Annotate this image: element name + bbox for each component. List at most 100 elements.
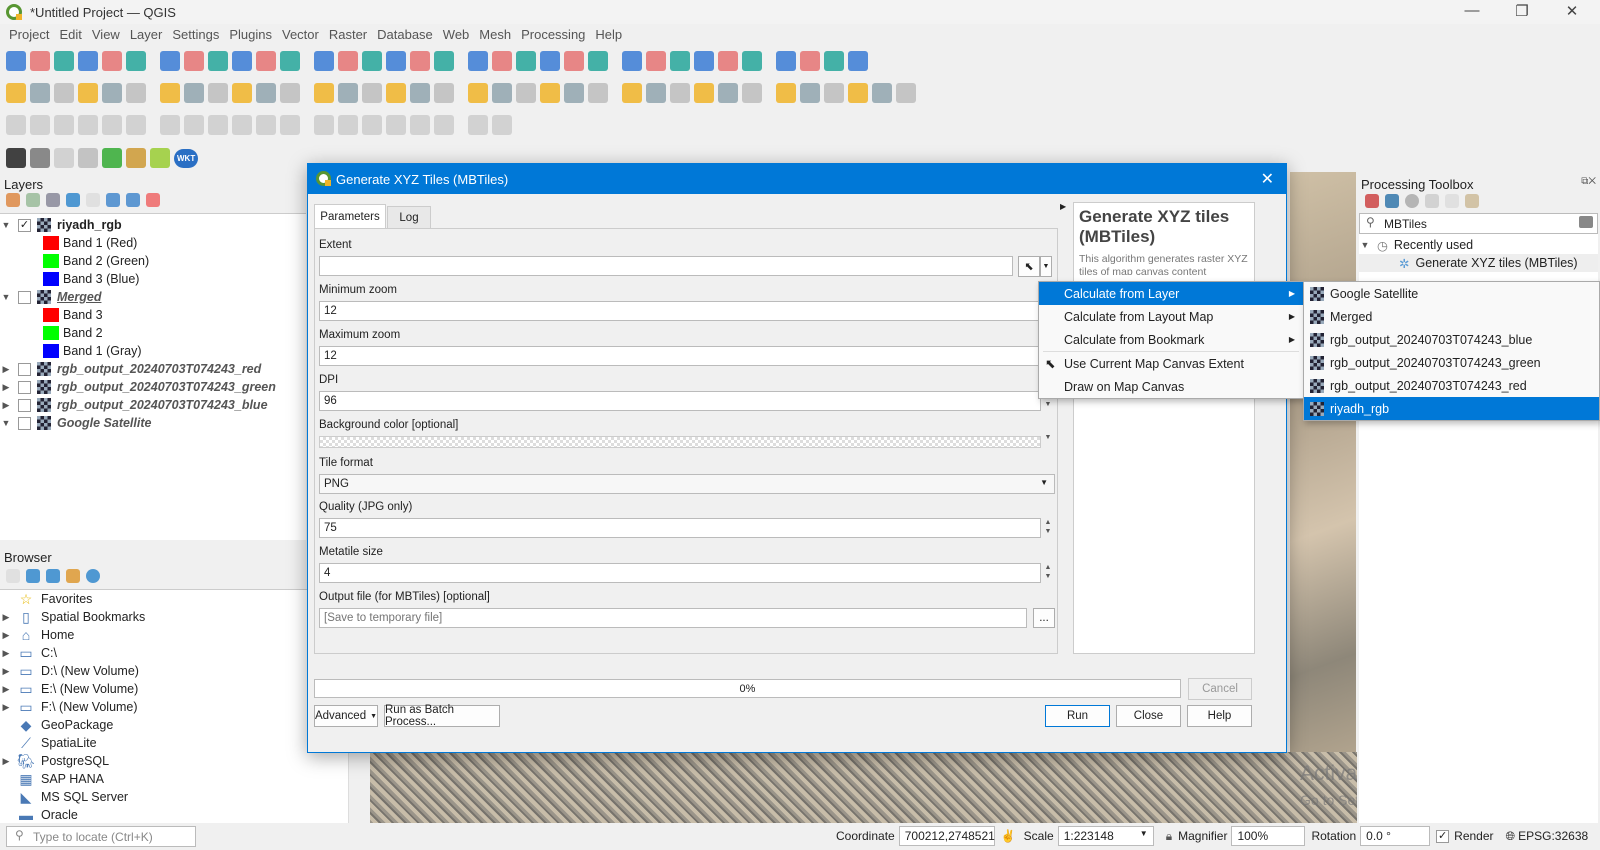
layer-submenu-item[interactable]: rgb_output_20240703T074243_blue: [1304, 328, 1599, 351]
layer-submenu-item[interactable]: Google Satellite: [1304, 282, 1599, 305]
min-zoom-input[interactable]: 12: [319, 301, 1055, 321]
browser-item[interactable]: ▦ SAP HANA: [0, 770, 362, 788]
plugin-icon[interactable]: [150, 148, 170, 168]
coordinate-field[interactable]: 700212,2748521: [898, 826, 995, 846]
toolbox-group-recently-used[interactable]: Recently used: [1394, 238, 1473, 252]
toolbar-tool-icon[interactable]: [54, 115, 74, 135]
toolbar-tool-icon[interactable]: [386, 115, 406, 135]
toolbar-tool-icon[interactable]: [588, 51, 608, 71]
toolbar-tool-icon[interactable]: [6, 51, 26, 71]
toolbar-tool-icon[interactable]: [492, 83, 512, 103]
dpi-input[interactable]: 96: [319, 391, 1041, 411]
layer-visibility-checkbox[interactable]: [18, 380, 31, 394]
expand-arrow-icon[interactable]: ▶: [0, 364, 12, 375]
layer-submenu-item[interactable]: riyadh_rgb: [1304, 397, 1599, 420]
clear-search-icon[interactable]: [1579, 216, 1593, 228]
toolbar-tool-icon[interactable]: [694, 83, 714, 103]
toolbar-tool-icon[interactable]: [410, 51, 430, 71]
digitize-icon[interactable]: [6, 148, 26, 168]
toolbar-tool-icon[interactable]: [516, 83, 536, 103]
collapse-all-icon[interactable]: [126, 193, 140, 207]
toolbar-tool-icon[interactable]: [776, 83, 796, 103]
toolbar-tool-icon[interactable]: [256, 83, 276, 103]
remove-layer-icon[interactable]: [146, 193, 160, 207]
close-window-button[interactable]: ✕: [1552, 2, 1592, 20]
extent-menu-item[interactable]: Calculate from Layer ▶: [1039, 282, 1303, 305]
toolbar-tool-icon[interactable]: [410, 115, 430, 135]
toolbar-tool-icon[interactable]: [434, 51, 454, 71]
layer-item[interactable]: ▼ Merged: [0, 288, 306, 306]
metatile-size-input[interactable]: 4: [319, 563, 1041, 583]
toolbar-tool-icon[interactable]: [6, 83, 26, 103]
toolbar-tool-icon[interactable]: [670, 51, 690, 71]
toolbar-tool-icon[interactable]: [670, 83, 690, 103]
toolbar-tool-icon[interactable]: [208, 83, 228, 103]
toolbar-tool-icon[interactable]: [184, 83, 204, 103]
toolbar-tool-icon[interactable]: [824, 51, 844, 71]
refresh-icon[interactable]: [78, 148, 98, 168]
toolbar-tool-icon[interactable]: [492, 51, 512, 71]
toolbar-tool-icon[interactable]: [468, 51, 488, 71]
toolbar-tool-icon[interactable]: [622, 83, 642, 103]
lock-icon[interactable]: 🔒︎: [1166, 829, 1172, 844]
extent-menu-item[interactable]: Calculate from Bookmark ▶: [1039, 328, 1303, 351]
toolbar-tool-icon[interactable]: [338, 83, 358, 103]
menu-vector[interactable]: Vector: [282, 27, 319, 42]
layer-item[interactable]: ▶ rgb_output_20240703T074243_green: [0, 378, 306, 396]
toolbar-tool-icon[interactable]: [126, 115, 146, 135]
toolbar-tool-icon[interactable]: [800, 83, 820, 103]
expand-arrow-icon[interactable]: ▶: [0, 684, 12, 695]
toolbar-tool-icon[interactable]: [848, 83, 868, 103]
toolbar-tool-icon[interactable]: [280, 51, 300, 71]
toolbar-tool-icon[interactable]: [872, 83, 892, 103]
collapse-icon[interactable]: [66, 569, 80, 583]
toolbar-tool-icon[interactable]: [54, 83, 74, 103]
toolbar-tool-icon[interactable]: [232, 115, 252, 135]
layer-submenu-item[interactable]: rgb_output_20240703T074243_red: [1304, 374, 1599, 397]
toolbar-tool-icon[interactable]: [102, 83, 122, 103]
toolbox-search-input[interactable]: ⚲ MBTiles: [1359, 213, 1598, 234]
panel-close-icon[interactable]: ⧉✕: [1581, 176, 1596, 187]
toolbar-tool-icon[interactable]: [468, 115, 488, 135]
toolbar-tool-icon[interactable]: [646, 51, 666, 71]
toolbar-tool-icon[interactable]: [30, 51, 50, 71]
toolbar-tool-icon[interactable]: [314, 51, 334, 71]
menu-mesh[interactable]: Mesh: [479, 27, 511, 42]
toolbar-tool-icon[interactable]: [742, 51, 762, 71]
quality-input[interactable]: 75: [319, 518, 1041, 538]
menu-project[interactable]: Project: [9, 27, 49, 42]
models-icon[interactable]: [1365, 194, 1379, 208]
extent-dropdown-button[interactable]: ▼: [1040, 256, 1052, 277]
layer-visibility-checkbox[interactable]: [18, 398, 31, 412]
extent-input[interactable]: [319, 256, 1013, 276]
expand-arrow-icon[interactable]: ▶: [0, 666, 12, 677]
max-zoom-input[interactable]: 12: [319, 346, 1055, 366]
crs-button[interactable]: EPSG:32638: [1518, 829, 1588, 843]
python-icon[interactable]: [1385, 194, 1399, 208]
toolbar-tool-icon[interactable]: [588, 83, 608, 103]
browser-item[interactable]: ▶ 🐘︎ PostgreSQL: [0, 752, 362, 770]
toolbar-tool-icon[interactable]: [338, 51, 358, 71]
toolbar-tool-icon[interactable]: [30, 83, 50, 103]
style-icon[interactable]: [6, 193, 20, 207]
layer-visibility-checkbox[interactable]: [18, 362, 31, 376]
add-group-icon[interactable]: [26, 193, 40, 207]
expand-arrow-icon[interactable]: ▼: [0, 418, 12, 428]
toolbar-tool-icon[interactable]: [280, 115, 300, 135]
toolbar-tool-icon[interactable]: [338, 115, 358, 135]
tab-parameters[interactable]: Parameters: [314, 204, 386, 229]
toolbar-tool-icon[interactable]: [184, 51, 204, 71]
toolbar-tool-icon[interactable]: [468, 83, 488, 103]
toolbar-tool-icon[interactable]: [434, 115, 454, 135]
toolbar-tool-icon[interactable]: [362, 115, 382, 135]
quality-spinner[interactable]: ▲ ▼: [1041, 518, 1055, 538]
minimize-button[interactable]: —: [1452, 2, 1492, 19]
toolbar-tool-icon[interactable]: [776, 51, 796, 71]
toolbar-tool-icon[interactable]: [160, 115, 180, 135]
run-button[interactable]: Run: [1045, 705, 1110, 727]
expand-arrow-icon[interactable]: ▶: [0, 702, 12, 713]
toolbar-tool-icon[interactable]: [434, 83, 454, 103]
menu-view[interactable]: View: [92, 27, 120, 42]
options-icon[interactable]: [1465, 194, 1479, 208]
info-icon[interactable]: [86, 569, 100, 583]
